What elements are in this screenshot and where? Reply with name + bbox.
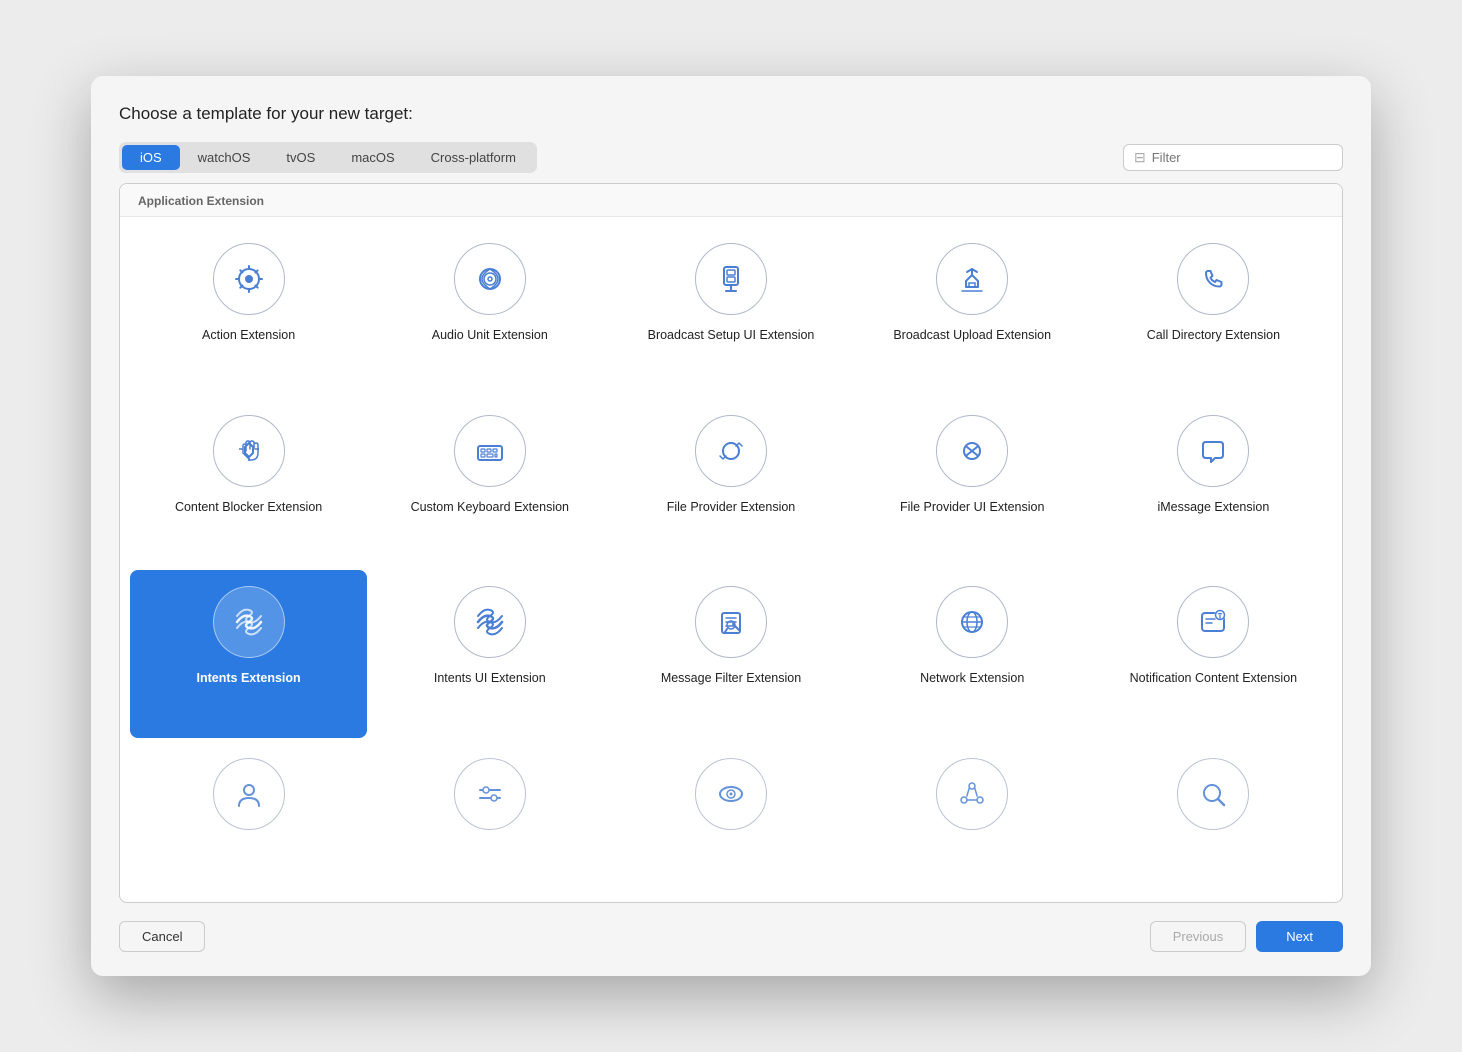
message-filter-ext-icon: [695, 586, 767, 658]
intents-ui-ext-icon: [454, 586, 526, 658]
grid-item-partial4[interactable]: [854, 742, 1091, 892]
broadcast-setup-ext-icon: [695, 243, 767, 315]
tab-crossplatform[interactable]: Cross-platform: [413, 145, 534, 170]
bottom-bar: Cancel Previous Next: [119, 921, 1343, 952]
grid-item-broadcast-setup-ext[interactable]: Broadcast Setup UI Extension: [612, 227, 849, 395]
platform-tabs: iOS watchOS tvOS macOS Cross-platform: [119, 142, 537, 173]
grid-item-file-provider-ui-ext[interactable]: File Provider UI Extension: [854, 399, 1091, 567]
imessage-ext-label: iMessage Extension: [1157, 499, 1269, 517]
grid-item-intents-ext[interactable]: Intents Extension: [130, 570, 367, 738]
partial3-icon: [695, 758, 767, 830]
tab-ios[interactable]: iOS: [122, 145, 180, 170]
content-blocker-ext-icon: [213, 415, 285, 487]
grid-item-content-blocker-ext[interactable]: Content Blocker Extension: [130, 399, 367, 567]
filter-input[interactable]: [1152, 150, 1332, 165]
grid-item-notification-content-ext[interactable]: Notification Content Extension: [1095, 570, 1332, 738]
filter-icon: ⊟: [1134, 149, 1146, 166]
filter-box: ⊟: [1123, 144, 1343, 171]
action-ext-label: Action Extension: [202, 327, 295, 345]
extensions-grid: Action Extension Audio Unit Extension: [120, 217, 1342, 902]
imessage-ext-icon: [1177, 415, 1249, 487]
content-area: Application Extension Action Extension: [119, 183, 1343, 903]
network-ext-icon: [936, 586, 1008, 658]
custom-keyboard-ext-icon: [454, 415, 526, 487]
call-directory-ext-icon: [1177, 243, 1249, 315]
audio-unit-ext-icon: [454, 243, 526, 315]
intents-ext-icon: [213, 586, 285, 658]
tab-macos[interactable]: macOS: [333, 145, 412, 170]
notification-content-ext-label: Notification Content Extension: [1130, 670, 1297, 688]
file-provider-ui-ext-label: File Provider UI Extension: [900, 499, 1045, 517]
partial5-icon: [1177, 758, 1249, 830]
grid-item-action-ext[interactable]: Action Extension: [130, 227, 367, 395]
grid-item-intents-ui-ext[interactable]: Intents UI Extension: [371, 570, 608, 738]
grid-item-partial5[interactable]: [1095, 742, 1332, 892]
grid-item-imessage-ext[interactable]: iMessage Extension: [1095, 399, 1332, 567]
next-button[interactable]: Next: [1256, 921, 1343, 952]
grid-item-broadcast-upload-ext[interactable]: Broadcast Upload Extension: [854, 227, 1091, 395]
tab-tvos[interactable]: tvOS: [268, 145, 333, 170]
file-provider-ui-ext-icon: [936, 415, 1008, 487]
grid-item-partial3[interactable]: [612, 742, 849, 892]
grid-item-call-directory-ext[interactable]: Call Directory Extension: [1095, 227, 1332, 395]
partial4-icon: [936, 758, 1008, 830]
grid-item-partial1[interactable]: [130, 742, 367, 892]
custom-keyboard-ext-label: Custom Keyboard Extension: [411, 499, 569, 517]
grid-item-file-provider-ext[interactable]: File Provider Extension: [612, 399, 849, 567]
partial2-icon: [454, 758, 526, 830]
network-ext-label: Network Extension: [920, 670, 1024, 688]
grid-item-message-filter-ext[interactable]: Message Filter Extension: [612, 570, 849, 738]
grid-item-custom-keyboard-ext[interactable]: Custom Keyboard Extension: [371, 399, 608, 567]
tab-filter-row: iOS watchOS tvOS macOS Cross-platform ⊟: [119, 142, 1343, 173]
grid-item-partial2[interactable]: [371, 742, 608, 892]
cancel-button[interactable]: Cancel: [119, 921, 205, 952]
file-provider-ext-icon: [695, 415, 767, 487]
nav-buttons: Previous Next: [1150, 921, 1343, 952]
broadcast-upload-ext-label: Broadcast Upload Extension: [893, 327, 1051, 345]
grid-item-audio-unit-ext[interactable]: Audio Unit Extension: [371, 227, 608, 395]
call-directory-ext-label: Call Directory Extension: [1147, 327, 1280, 345]
intents-ext-label: Intents Extension: [197, 670, 301, 688]
broadcast-upload-ext-icon: [936, 243, 1008, 315]
notification-content-ext-icon: [1177, 586, 1249, 658]
tab-watchos[interactable]: watchOS: [180, 145, 269, 170]
content-blocker-ext-label: Content Blocker Extension: [175, 499, 322, 517]
intents-ui-ext-label: Intents UI Extension: [434, 670, 546, 688]
previous-button[interactable]: Previous: [1150, 921, 1247, 952]
dialog-title: Choose a template for your new target:: [119, 104, 1343, 124]
message-filter-ext-label: Message Filter Extension: [661, 670, 801, 688]
action-ext-icon: [213, 243, 285, 315]
partial1-icon: [213, 758, 285, 830]
broadcast-setup-ext-label: Broadcast Setup UI Extension: [648, 327, 815, 345]
audio-unit-ext-label: Audio Unit Extension: [432, 327, 548, 345]
file-provider-ext-label: File Provider Extension: [667, 499, 796, 517]
grid-item-network-ext[interactable]: Network Extension: [854, 570, 1091, 738]
section-header: Application Extension: [120, 184, 1342, 217]
new-target-dialog: Choose a template for your new target: i…: [91, 76, 1371, 976]
